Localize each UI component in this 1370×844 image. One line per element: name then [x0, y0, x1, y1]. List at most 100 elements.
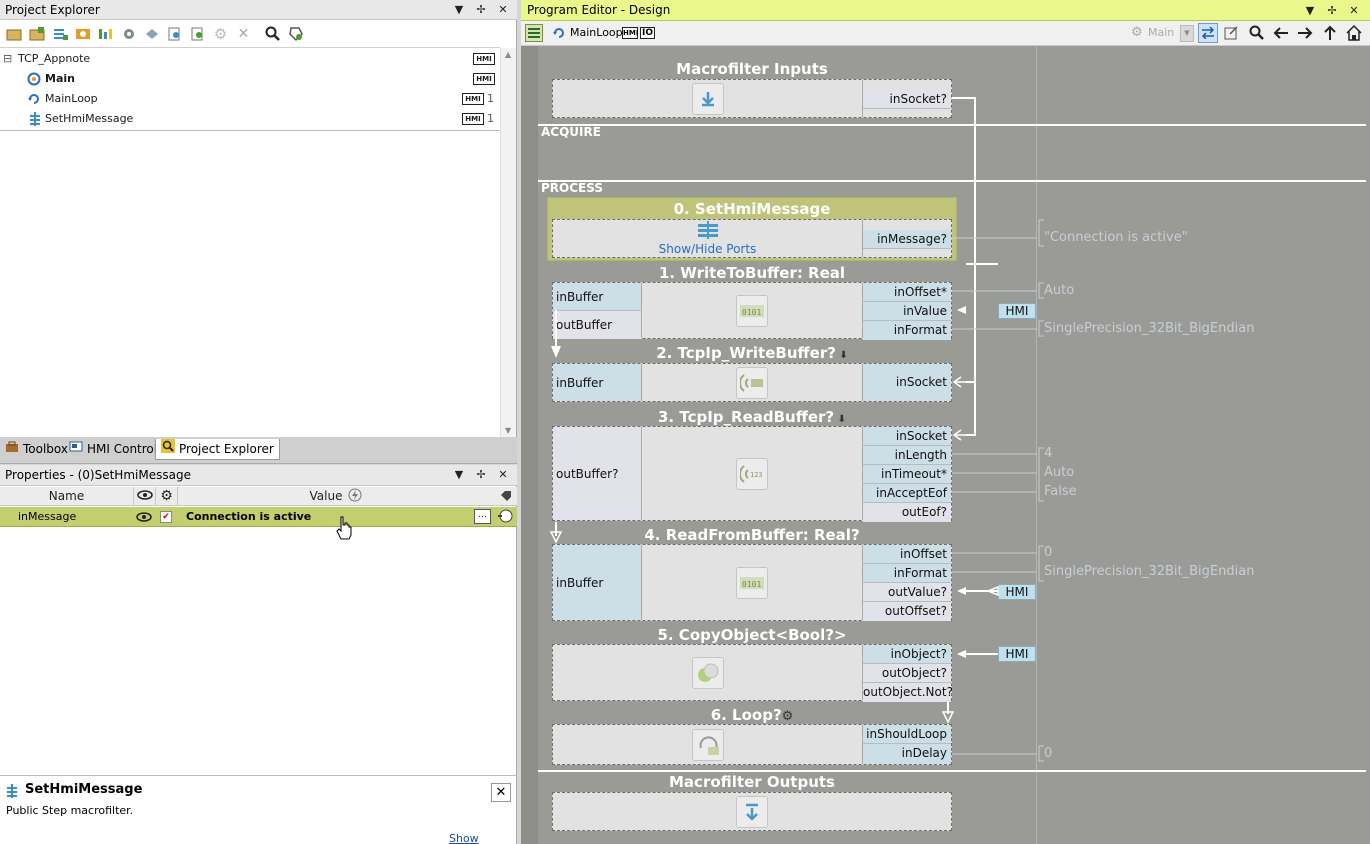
find-usages-icon[interactable]	[286, 24, 305, 43]
add-function-icon[interactable]	[142, 24, 161, 43]
gear-icon: ⚙	[1131, 25, 1143, 40]
scroll-down-icon[interactable]: ▼	[505, 426, 511, 435]
dropdown-icon[interactable]: ▼	[1304, 4, 1316, 17]
add-folder-icon[interactable]	[27, 24, 46, 43]
toolbox-icon	[5, 440, 19, 459]
gear-icon: ⚙	[160, 488, 173, 504]
hmi-controls-icon	[69, 440, 83, 459]
tab-toolbox[interactable]: Toolbox	[0, 440, 73, 459]
chevron-down-icon[interactable]: ▼	[1180, 25, 1194, 42]
link-column-header[interactable]	[494, 487, 517, 506]
column-header-name[interactable]: Name	[0, 487, 134, 506]
hmi-badge: HMI	[473, 53, 495, 65]
settings-gear-icon[interactable]: ⚙	[211, 24, 230, 43]
eye-icon[interactable]	[136, 512, 152, 525]
dropdown-icon[interactable]: ▼	[453, 0, 465, 20]
property-value[interactable]: Connection is active	[186, 510, 311, 523]
program-editor-toolbar: MainLoop HMI IO ⚙ Main ▼	[521, 21, 1370, 46]
arrow-left-icon[interactable]	[1273, 26, 1289, 43]
close-icon[interactable]: ✕	[1348, 4, 1360, 17]
pin-icon[interactable]: ✢	[1326, 4, 1338, 17]
new-folder-icon[interactable]	[4, 24, 23, 43]
divider	[0, 47, 500, 48]
hmi-badge: HMI	[473, 73, 495, 85]
link-plug-icon[interactable]	[497, 509, 513, 527]
properties-titlebar: Properties - (0)SetHmiMessage ▼ ✢ ✕	[0, 465, 517, 486]
arrow-right-icon[interactable]	[1297, 26, 1313, 43]
settings-column-header[interactable]: ⚙	[156, 487, 178, 506]
tree-item-mainloop[interactable]: MainLoop HMI 1	[0, 89, 497, 109]
export-module-icon[interactable]	[188, 24, 207, 43]
add-worker-icon[interactable]	[73, 24, 92, 43]
tree-item-label: TCP_Appnote	[18, 52, 91, 65]
usage-count: 1	[487, 112, 494, 125]
close-icon[interactable]: ✕	[497, 465, 509, 485]
swap-icon[interactable]	[1198, 23, 1218, 43]
close-icon[interactable]: ✕	[491, 783, 511, 802]
tab-label: Toolbox	[23, 442, 68, 456]
tree-item-tcp-appnote[interactable]: ⊟ TCP_Appnote HMI	[0, 49, 497, 69]
tab-hmi-controls[interactable]: HMI Controls	[64, 440, 168, 459]
eye-icon	[136, 489, 153, 503]
home-icon[interactable]	[1346, 24, 1362, 44]
edit-icon[interactable]	[1223, 25, 1239, 44]
column-header-label: Value	[309, 489, 343, 503]
tree-item-label: Main	[45, 72, 75, 85]
link-icon	[499, 489, 513, 504]
scroll-up-icon[interactable]: ▲	[505, 50, 511, 59]
usage-count: 1	[487, 92, 494, 105]
divider	[0, 130, 500, 131]
hand-cursor-icon	[336, 516, 352, 543]
connection-wires	[549, 97, 1037, 755]
tree-item-sethmimessage[interactable]: SetHmiMessage HMI 1	[0, 109, 497, 129]
main-selector[interactable]: Main	[1148, 26, 1174, 39]
pin-icon[interactable]: ✢	[475, 465, 487, 485]
hmi-badge[interactable]: HMI	[622, 27, 638, 39]
bolt-icon	[348, 488, 362, 505]
close-icon[interactable]: ✕	[497, 0, 509, 20]
column-header-label: Name	[48, 489, 85, 503]
property-row-inmessage[interactable]: inMessage ✔ Connection is active ...	[0, 507, 517, 527]
property-name: inMessage	[18, 510, 77, 523]
project-explorer-panel: Project Explorer ▼ ✢ ✕ ⚙ ✕ ⊟ TCP_Appnote…	[0, 0, 517, 437]
project-explorer-titlebar: Project Explorer ▼ ✢ ✕	[0, 0, 517, 20]
help-description: Public Step macrofilter.	[6, 804, 134, 817]
tab-project-explorer[interactable]: Project Explorer	[155, 439, 280, 460]
column-header-value[interactable]: Value	[178, 487, 494, 506]
checkbox-icon[interactable]: ✔	[160, 511, 172, 523]
hmi-badge: HMI	[462, 93, 484, 105]
help-panel: SetHmiMessage Public Step macrofilter. ✕…	[0, 775, 517, 844]
arrow-up-icon[interactable]	[1323, 25, 1337, 44]
visibility-column-header[interactable]	[134, 487, 156, 506]
import-module-icon[interactable]	[165, 24, 184, 43]
project-explorer-toolbar: ⚙ ✕	[4, 24, 305, 43]
add-step-icon[interactable]	[50, 24, 69, 43]
tree-item-label: SetHmiMessage	[45, 112, 134, 125]
program-editor-title: Program Editor - Design	[527, 3, 671, 17]
add-variant-icon[interactable]	[96, 24, 115, 43]
program-editor-titlebar: Program Editor - Design ▼ ✢ ✕	[521, 0, 1370, 21]
ellipsis-button[interactable]: ...	[474, 509, 491, 524]
breadcrumb[interactable]: MainLoop	[570, 26, 623, 39]
tree-item-label: MainLoop	[45, 92, 98, 105]
step-icon	[7, 784, 17, 801]
show-help-link[interactable]: Show help...	[449, 832, 516, 844]
tree-item-main[interactable]: Main HMI	[0, 69, 497, 89]
dropdown-icon[interactable]: ▼	[453, 465, 465, 485]
search-icon[interactable]	[263, 24, 282, 43]
tab-label: HMI Controls	[87, 442, 164, 456]
hmi-badge: HMI	[462, 113, 484, 125]
tab-label: Project Explorer	[179, 441, 274, 456]
delete-icon[interactable]: ✕	[234, 24, 253, 43]
collapse-icon[interactable]: ⊟	[3, 49, 12, 69]
add-task-icon[interactable]	[119, 24, 138, 43]
search-icon[interactable]	[1249, 25, 1265, 44]
loop-task-icon	[552, 26, 566, 43]
search-icon	[161, 439, 175, 459]
pin-icon[interactable]: ✢	[475, 0, 487, 20]
vertical-scrollbar[interactable]: ▲ ▼	[500, 48, 516, 437]
properties-title: Properties - (0)SetHmiMessage	[5, 468, 191, 482]
project-explorer-title: Project Explorer	[5, 3, 100, 17]
menu-icon[interactable]	[525, 24, 543, 42]
io-badge[interactable]: IO	[640, 27, 655, 39]
